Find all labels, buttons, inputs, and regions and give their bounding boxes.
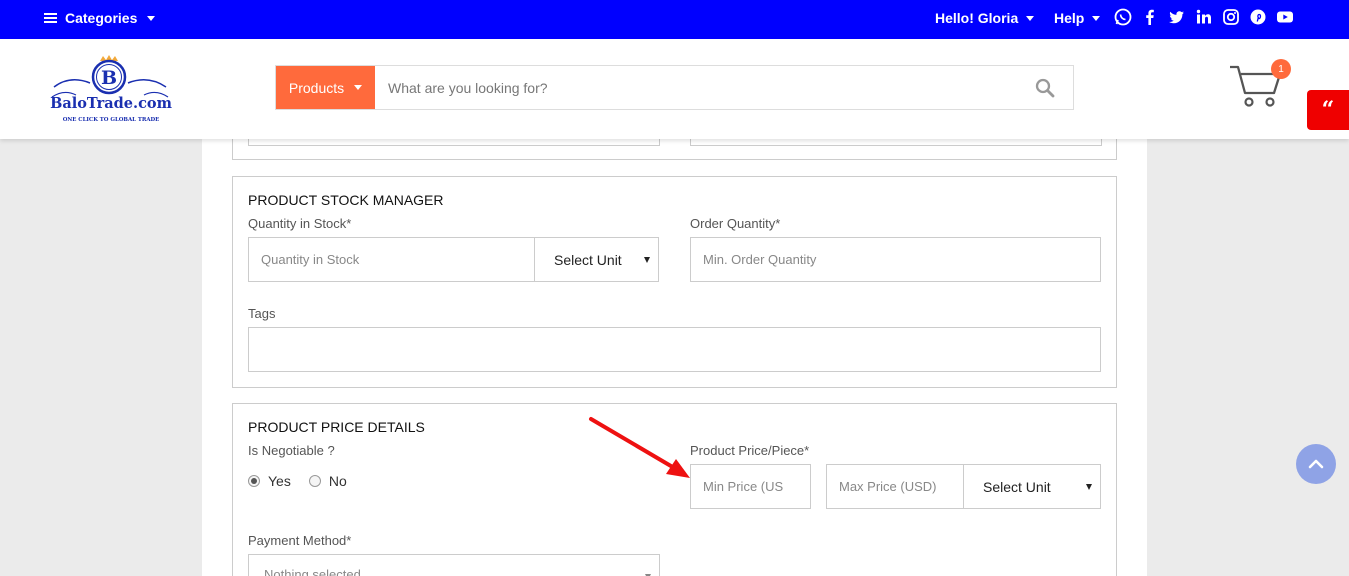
negotiable-label: Is Negotiable ? bbox=[248, 443, 335, 458]
tags-label: Tags bbox=[248, 306, 276, 321]
quantity-in-stock-input[interactable]: Quantity in Stock bbox=[248, 237, 535, 282]
pinterest-icon[interactable] bbox=[1249, 8, 1267, 26]
radio-no[interactable] bbox=[308, 475, 321, 487]
search-category-dropdown[interactable]: Products bbox=[276, 66, 375, 109]
order-quantity-placeholder: Min. Order Quantity bbox=[703, 252, 817, 267]
site-logo[interactable]: B BaloTrade.com ONE CLICK TO GLOBAL TRAD… bbox=[50, 53, 173, 127]
price-unit-select[interactable]: Select Unit bbox=[963, 464, 1101, 509]
help-menu[interactable]: Help bbox=[1054, 10, 1101, 26]
hamburger-icon bbox=[44, 13, 57, 23]
quantity-placeholder: Quantity in Stock bbox=[261, 252, 360, 267]
help-label: Help bbox=[1054, 10, 1085, 26]
linkedin-icon[interactable] bbox=[1195, 8, 1213, 26]
payment-method-select[interactable]: Nothing selected bbox=[248, 554, 660, 576]
max-price-input[interactable]: Max Price (USD) bbox=[826, 464, 964, 509]
quote-button[interactable]: “ bbox=[1307, 90, 1349, 130]
quote-icon: “ bbox=[1321, 97, 1335, 123]
section-title: PRODUCT PRICE DETAILS bbox=[248, 419, 425, 435]
instagram-icon[interactable] bbox=[1222, 8, 1240, 26]
chevron-down-icon bbox=[354, 85, 363, 90]
quantity-label: Quantity in Stock* bbox=[248, 216, 352, 231]
chevron-down-icon bbox=[147, 15, 156, 21]
site-header: B BaloTrade.com ONE CLICK TO GLOBAL TRAD… bbox=[0, 39, 1349, 139]
payment-method-value: Nothing selected bbox=[264, 567, 361, 576]
whatsapp-icon[interactable] bbox=[1114, 8, 1132, 26]
radio-yes-label: Yes bbox=[268, 473, 291, 489]
stock-manager-section: PRODUCT STOCK MANAGER Quantity in Stock*… bbox=[232, 176, 1117, 388]
max-price-placeholder: Max Price (USD) bbox=[839, 479, 937, 494]
chevron-down-icon bbox=[1086, 483, 1092, 490]
top-bar: Categories Hello! Gloria Help bbox=[0, 0, 1349, 39]
product-price-label: Product Price/Piece* bbox=[690, 443, 810, 458]
search-bar: Products bbox=[275, 65, 1074, 110]
order-quantity-label: Order Quantity* bbox=[690, 216, 781, 231]
facebook-icon[interactable] bbox=[1141, 8, 1159, 26]
section-title: PRODUCT STOCK MANAGER bbox=[248, 192, 444, 208]
chevron-down-icon bbox=[1026, 15, 1035, 21]
user-menu[interactable]: Hello! Gloria bbox=[935, 10, 1035, 26]
cart-count-badge: 1 bbox=[1271, 59, 1291, 79]
greeting-label: Hello! Gloria bbox=[935, 10, 1019, 26]
payment-method-label: Payment Method* bbox=[248, 533, 352, 548]
youtube-icon[interactable] bbox=[1276, 8, 1294, 26]
radio-yes[interactable] bbox=[248, 475, 260, 487]
logo-initial: B bbox=[101, 67, 117, 89]
social-links bbox=[1114, 8, 1294, 26]
order-quantity-input[interactable]: Min. Order Quantity bbox=[690, 237, 1101, 282]
min-price-placeholder: Min Price (US bbox=[703, 479, 784, 494]
stock-unit-value: Select Unit bbox=[554, 251, 622, 268]
logo-tagline: ONE CLICK TO GLOBAL TRADE bbox=[63, 117, 160, 123]
chevron-up-icon bbox=[1308, 459, 1324, 469]
product-form: PRODUCT STOCK MANAGER Quantity in Stock*… bbox=[202, 128, 1147, 576]
categories-menu[interactable]: Categories bbox=[44, 10, 156, 26]
search-icon[interactable] bbox=[1035, 78, 1055, 98]
categories-label: Categories bbox=[65, 10, 138, 26]
min-price-input[interactable]: Min Price (US bbox=[690, 464, 811, 509]
twitter-icon[interactable] bbox=[1168, 8, 1186, 26]
stock-unit-select[interactable]: Select Unit bbox=[534, 237, 659, 282]
search-category-label: Products bbox=[288, 79, 345, 96]
annotation-arrow bbox=[589, 417, 690, 478]
scroll-to-top-button[interactable] bbox=[1296, 444, 1336, 484]
negotiable-radio-group: Yes No bbox=[248, 473, 347, 489]
chevron-down-icon bbox=[1092, 15, 1101, 21]
price-unit-value: Select Unit bbox=[983, 478, 1051, 495]
chevron-down-icon bbox=[644, 256, 650, 263]
tags-input[interactable] bbox=[248, 327, 1101, 372]
radio-no-label: No bbox=[328, 473, 347, 489]
search-input[interactable] bbox=[376, 66, 1016, 109]
logo-name: BaloTrade.com bbox=[50, 95, 172, 112]
